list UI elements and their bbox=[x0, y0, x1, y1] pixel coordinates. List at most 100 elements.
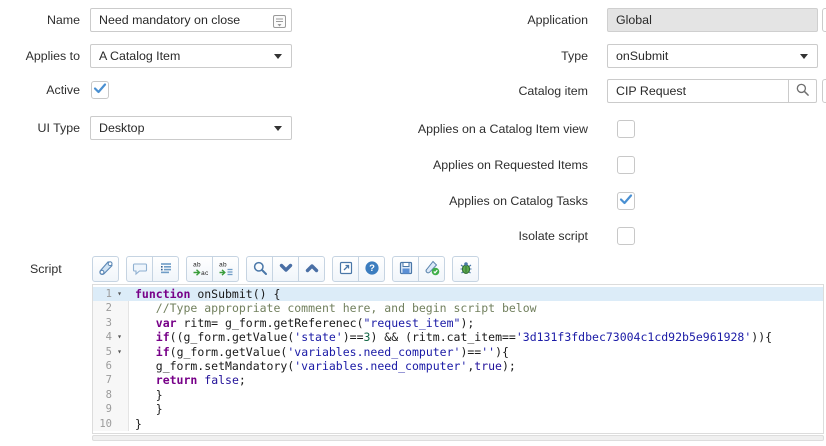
ui-type-label: UI Type bbox=[0, 116, 80, 140]
name-value: Need mandatory on close bbox=[99, 13, 240, 27]
code-line: 5▾ if(g_form.getValue('variables.need_co… bbox=[93, 345, 823, 359]
text-document-icon bbox=[273, 13, 286, 35]
checkmark-icon bbox=[618, 191, 634, 212]
catalog-item-label: Catalog item bbox=[368, 79, 588, 103]
svg-text:?: ? bbox=[369, 263, 375, 274]
active-label: Active bbox=[0, 78, 80, 102]
syntax-editor-toggle-button[interactable] bbox=[92, 256, 119, 282]
toolbar-group bbox=[92, 256, 119, 282]
applies-on-catalog-tasks-checkbox[interactable] bbox=[617, 192, 635, 210]
toolbar-group: abacab bbox=[186, 256, 239, 282]
code-line: 4▾ if((g_form.getValue('state')==3) && (… bbox=[93, 330, 823, 344]
type-select[interactable]: onSubmit bbox=[607, 44, 818, 68]
script-debugger-icon bbox=[458, 260, 474, 279]
code-line: 2 //Type appropriate comment here, and b… bbox=[93, 301, 823, 315]
line-gutter: 8 bbox=[93, 388, 129, 402]
search-button[interactable] bbox=[246, 256, 273, 282]
script-debugger-button[interactable] bbox=[452, 256, 479, 282]
fold-arrow-icon bbox=[112, 402, 127, 416]
fold-arrow-icon bbox=[112, 388, 127, 402]
toggle-comment-button[interactable] bbox=[126, 256, 153, 282]
fold-arrow-icon bbox=[112, 316, 127, 330]
editor-resize-handle[interactable] bbox=[92, 435, 824, 441]
code-text: var ritm= g_form.getReferenec("request_i… bbox=[129, 316, 474, 330]
application-label: Application bbox=[368, 8, 588, 32]
search-icon bbox=[252, 260, 268, 279]
line-number: 8 bbox=[93, 388, 112, 402]
save-button[interactable] bbox=[392, 256, 419, 282]
line-gutter: 2 bbox=[93, 301, 129, 315]
code-text: g_form.setMandatory('variables.need_comp… bbox=[129, 359, 516, 373]
format-code-icon bbox=[158, 260, 174, 279]
syntax-check-button[interactable] bbox=[418, 256, 445, 282]
code-editor-lines: 1▾function onSubmit() {2 //Type appropri… bbox=[93, 287, 823, 431]
find-previous-icon bbox=[304, 260, 320, 279]
code-text: function onSubmit() { bbox=[129, 287, 280, 301]
find-next-button[interactable] bbox=[272, 256, 299, 282]
help-button[interactable]: ? bbox=[358, 256, 385, 282]
fold-arrow-icon[interactable]: ▾ bbox=[112, 287, 127, 301]
code-text: //Type appropriate comment here, and beg… bbox=[129, 301, 537, 315]
applies-to-value: A Catalog Item bbox=[99, 49, 180, 63]
fold-arrow-icon[interactable]: ▾ bbox=[112, 345, 127, 359]
toolbar-group: ? bbox=[332, 256, 385, 282]
line-gutter: 6 bbox=[93, 359, 129, 373]
toolbar-group bbox=[452, 256, 479, 282]
replace-all-button[interactable]: ab bbox=[212, 256, 239, 282]
replace-button[interactable]: abac bbox=[186, 256, 213, 282]
fold-arrow-icon bbox=[112, 417, 127, 431]
format-code-button[interactable] bbox=[152, 256, 179, 282]
ui-type-select[interactable]: Desktop bbox=[90, 116, 292, 140]
active-checkbox[interactable] bbox=[91, 81, 109, 99]
toggle-fullscreen-button[interactable] bbox=[332, 256, 359, 282]
isolate-script-checkbox[interactable] bbox=[617, 227, 635, 245]
script-editor[interactable]: 1▾function onSubmit() {2 //Type appropri… bbox=[92, 284, 824, 434]
code-line: 1▾function onSubmit() { bbox=[93, 287, 823, 301]
type-label: Type bbox=[368, 44, 588, 68]
applies-to-label: Applies to bbox=[0, 44, 80, 68]
fold-arrow-icon bbox=[112, 301, 127, 315]
script-editor-toolbar: abacab? bbox=[92, 256, 479, 282]
applies-to-select[interactable]: A Catalog Item bbox=[90, 44, 292, 68]
svg-text:ab: ab bbox=[193, 261, 201, 268]
checkmark-icon bbox=[92, 80, 108, 101]
catalog-item-search-button[interactable] bbox=[788, 79, 817, 103]
applies-on-requested-items-checkbox[interactable] bbox=[617, 156, 635, 174]
name-label: Name bbox=[0, 8, 80, 32]
find-next-icon bbox=[278, 260, 294, 279]
svg-text:ac: ac bbox=[201, 270, 208, 276]
fold-arrow-icon[interactable]: ▾ bbox=[112, 330, 127, 344]
applies-on-requested-items-label: Applies on Requested Items bbox=[368, 156, 588, 174]
syntax-editor-toggle-icon bbox=[98, 260, 114, 279]
name-input[interactable]: Need mandatory on close bbox=[90, 8, 292, 32]
code-text: } bbox=[129, 402, 163, 416]
code-line: 7 return false; bbox=[93, 373, 823, 387]
code-text: if((g_form.getValue('state')==3) && (rit… bbox=[129, 330, 772, 344]
toolbar-group bbox=[126, 256, 179, 282]
line-gutter: 1▾ bbox=[93, 287, 129, 301]
line-number: 9 bbox=[93, 402, 112, 416]
syntax-check-icon bbox=[424, 260, 440, 279]
catalog-item-input[interactable]: CIP Request bbox=[607, 79, 790, 103]
isolate-script-label: Isolate script bbox=[368, 227, 588, 245]
catalog-item-value: CIP Request bbox=[616, 84, 686, 98]
clipped-reference-button[interactable] bbox=[822, 8, 826, 32]
line-number: 4 bbox=[93, 330, 112, 344]
find-previous-button[interactable] bbox=[298, 256, 325, 282]
help-icon: ? bbox=[364, 260, 380, 279]
applies-on-catalog-item-view-checkbox[interactable] bbox=[617, 120, 635, 138]
application-value: Global bbox=[616, 13, 652, 27]
svg-text:ab: ab bbox=[219, 261, 227, 268]
application-field: Global bbox=[607, 8, 818, 32]
clipped-reference-button[interactable] bbox=[822, 79, 826, 103]
toggle-fullscreen-icon bbox=[338, 260, 354, 279]
fold-arrow-icon bbox=[112, 359, 127, 373]
code-text: if(g_form.getValue('variables.need_compu… bbox=[129, 345, 509, 359]
toggle-comment-icon bbox=[132, 260, 148, 279]
line-gutter: 4▾ bbox=[93, 330, 129, 344]
line-gutter: 9 bbox=[93, 402, 129, 416]
line-number: 1 bbox=[93, 287, 112, 301]
ui-type-value: Desktop bbox=[99, 121, 144, 135]
magnifier-icon bbox=[795, 82, 810, 100]
code-text: } bbox=[129, 388, 163, 402]
